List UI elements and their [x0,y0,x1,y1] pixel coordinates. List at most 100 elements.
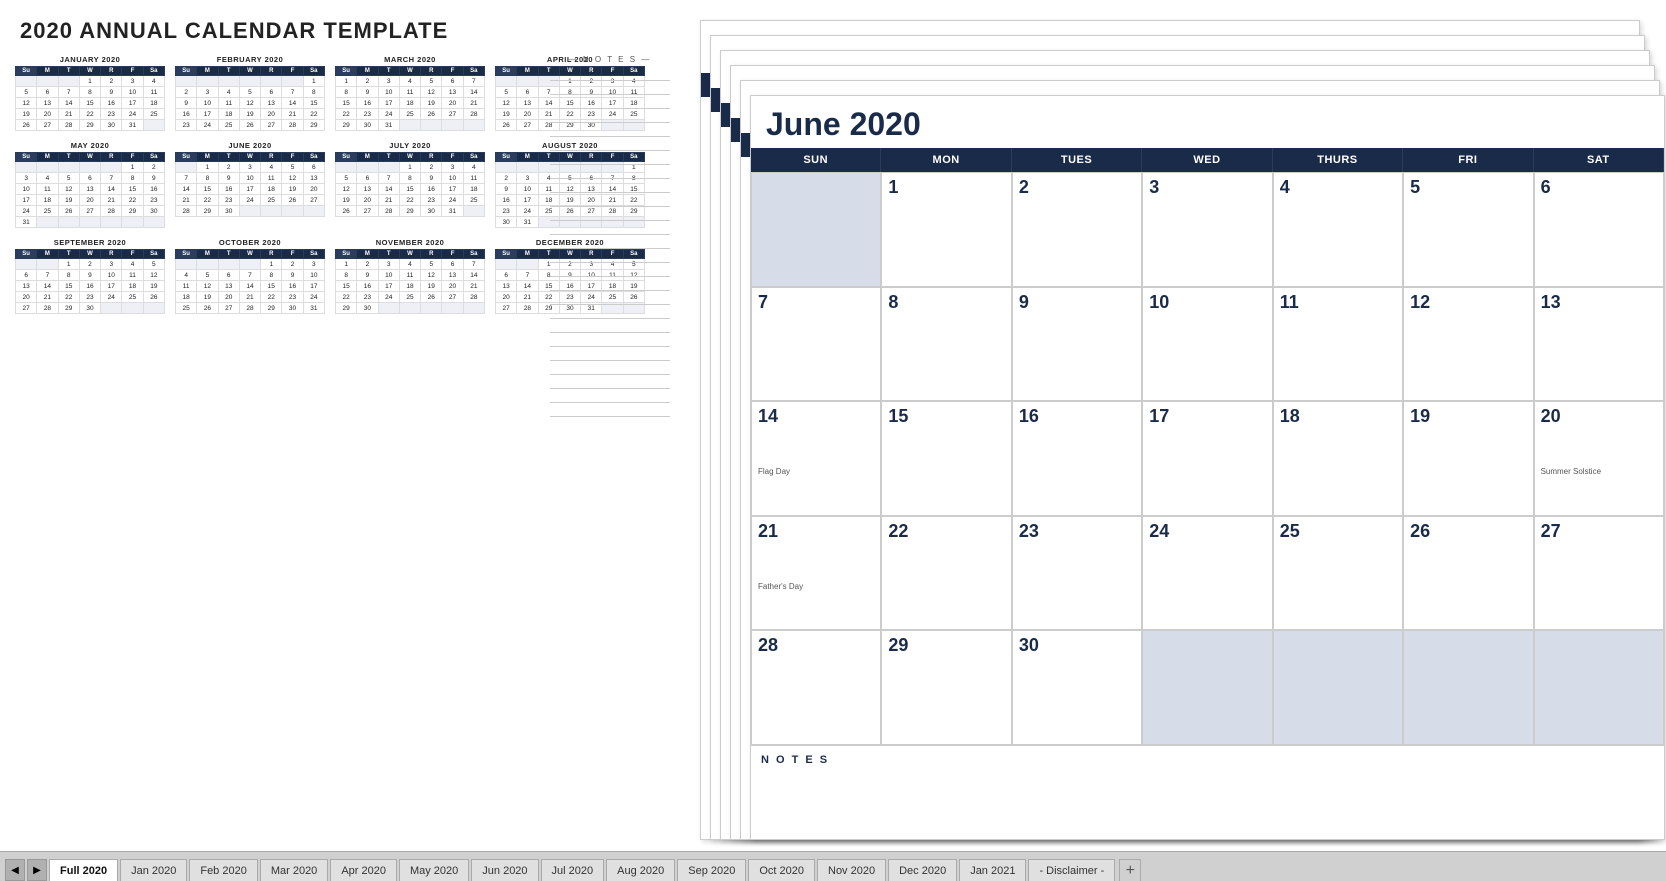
cal-day-cell: 17 [378,98,399,109]
cal-day-cell: 12 [421,87,442,98]
small-cal-5: JUNE 2020SuMTWRFSa1234567891011121314151… [175,141,325,228]
cal-day-cell: 21 [378,195,399,206]
cal-day-cell [463,206,484,217]
notes-line [550,81,670,95]
tab-apr_2020[interactable]: Apr 2020 [330,859,397,881]
cal-day-cell: 19 [421,281,442,292]
cal-day-cell: 26 [421,109,442,120]
cal-day-cell: 15 [336,281,357,292]
cal-day-cell: 23 [421,195,442,206]
cal-header-cell: R [101,250,122,259]
cal-day-cell: 2 [282,259,303,270]
cal-header-cell: M [357,153,378,162]
cal-day-cell [16,162,37,173]
cal-day-cell [176,162,197,173]
tab-jun_2020[interactable]: Jun 2020 [471,859,538,881]
cal-day-cell: 29 [197,206,218,217]
cal-header-cell: F [442,153,463,162]
cal-day-cell: 2 [357,259,378,270]
cal-day-cell: 13 [79,184,100,195]
tab-oct_2020[interactable]: Oct 2020 [748,859,815,881]
june-day-cell: 8 [881,287,1011,402]
notes-line [550,305,670,319]
cal-header-cell: M [517,250,538,259]
cal-day-cell: 10 [303,270,324,281]
cal-day-cell: 9 [496,184,517,195]
tab-full_2020[interactable]: Full 2020 [49,859,118,881]
cal-day-cell: 29 [336,303,357,314]
cal-day-cell: 23 [282,292,303,303]
cal-header-cell: W [79,67,100,76]
cal-header-cell: W [399,250,420,259]
tab-jan_2021[interactable]: Jan 2021 [959,859,1026,881]
tab-add-button[interactable]: + [1119,859,1141,881]
cal-day-cell: 6 [442,76,463,87]
june-day-cell: 11 [1273,287,1403,402]
cal-header-cell: M [37,153,58,162]
tab-mar_2020[interactable]: Mar 2020 [260,859,328,881]
cal-header-cell: R [421,67,442,76]
tab-aug_2020[interactable]: Aug 2020 [606,859,675,881]
cal-header-cell: Sa [143,67,164,76]
cal-day-cell: 5 [16,87,37,98]
cal-day-cell: 14 [378,184,399,195]
cal-day-cell: 26 [239,120,260,131]
cal-day-cell: 18 [143,98,164,109]
cal-day-cell [101,162,122,173]
cal-header-cell: Su [336,67,357,76]
cal-day-cell: 20 [517,109,538,120]
cal-day-cell: 22 [336,109,357,120]
tab-nav-left[interactable]: ◀ [5,859,25,881]
cal-header-cell: T [378,67,399,76]
notes-section: — N O T E S — [550,55,670,417]
cal-header-cell: W [399,67,420,76]
cal-day-cell: 13 [16,281,37,292]
tab-jul_2020[interactable]: Jul 2020 [541,859,605,881]
cal-day-cell: 1 [122,162,143,173]
cal-day-cell: 24 [442,195,463,206]
cal-day-cell: 14 [282,98,303,109]
cal-day-cell [261,76,282,87]
cal-day-cell: 12 [282,173,303,184]
cal-day-cell: 27 [79,206,100,217]
tab-jan_2020[interactable]: Jan 2020 [120,859,187,881]
tab-nov_2020[interactable]: Nov 2020 [817,859,886,881]
cal-day-cell: 14 [463,270,484,281]
tab-dec_2020[interactable]: Dec 2020 [888,859,957,881]
cal-day-cell: 30 [79,303,100,314]
june-day-cell [1403,630,1533,745]
cal-header-cell: W [239,153,260,162]
cal-day-cell: 13 [442,270,463,281]
tab-sep_2020[interactable]: Sep 2020 [677,859,746,881]
cal-day-cell: 26 [336,206,357,217]
cal-day-cell: 29 [303,120,324,131]
tab-nav-right[interactable]: ▶ [27,859,47,881]
cal-day-cell: 12 [421,270,442,281]
cal-day-cell: 4 [37,173,58,184]
cal-header-cell: M [517,67,538,76]
cal-day-cell: 5 [58,173,79,184]
cal-day-cell: 13 [442,87,463,98]
cal-day-cell: 12 [197,281,218,292]
june-day-cell: 14Flag Day [751,401,881,516]
cal-day-cell: 27 [261,120,282,131]
cal-day-cell: 16 [421,184,442,195]
cal-day-cell: 27 [442,292,463,303]
cal-day-cell: 11 [176,281,197,292]
tab--_disclaimer_-[interactable]: - Disclaimer - [1028,859,1115,881]
cal-day-cell: 8 [399,173,420,184]
cal-day-cell: 1 [303,76,324,87]
cal-day-cell: 13 [517,98,538,109]
small-cal-title-0: JANUARY 2020 [15,55,165,64]
cal-day-cell: 2 [357,76,378,87]
june-day-cell: 29 [881,630,1011,745]
notes-title: — N O T E S — [550,55,670,64]
cal-day-cell: 31 [122,120,143,131]
cal-day-cell: 25 [218,120,239,131]
cal-day-cell: 12 [239,98,260,109]
june-day-cell: 21Father's Day [751,516,881,631]
cal-day-cell [37,76,58,87]
tab-feb_2020[interactable]: Feb 2020 [189,859,257,881]
event-label: Summer Solstice [1541,467,1657,476]
tab-may_2020[interactable]: May 2020 [399,859,469,881]
